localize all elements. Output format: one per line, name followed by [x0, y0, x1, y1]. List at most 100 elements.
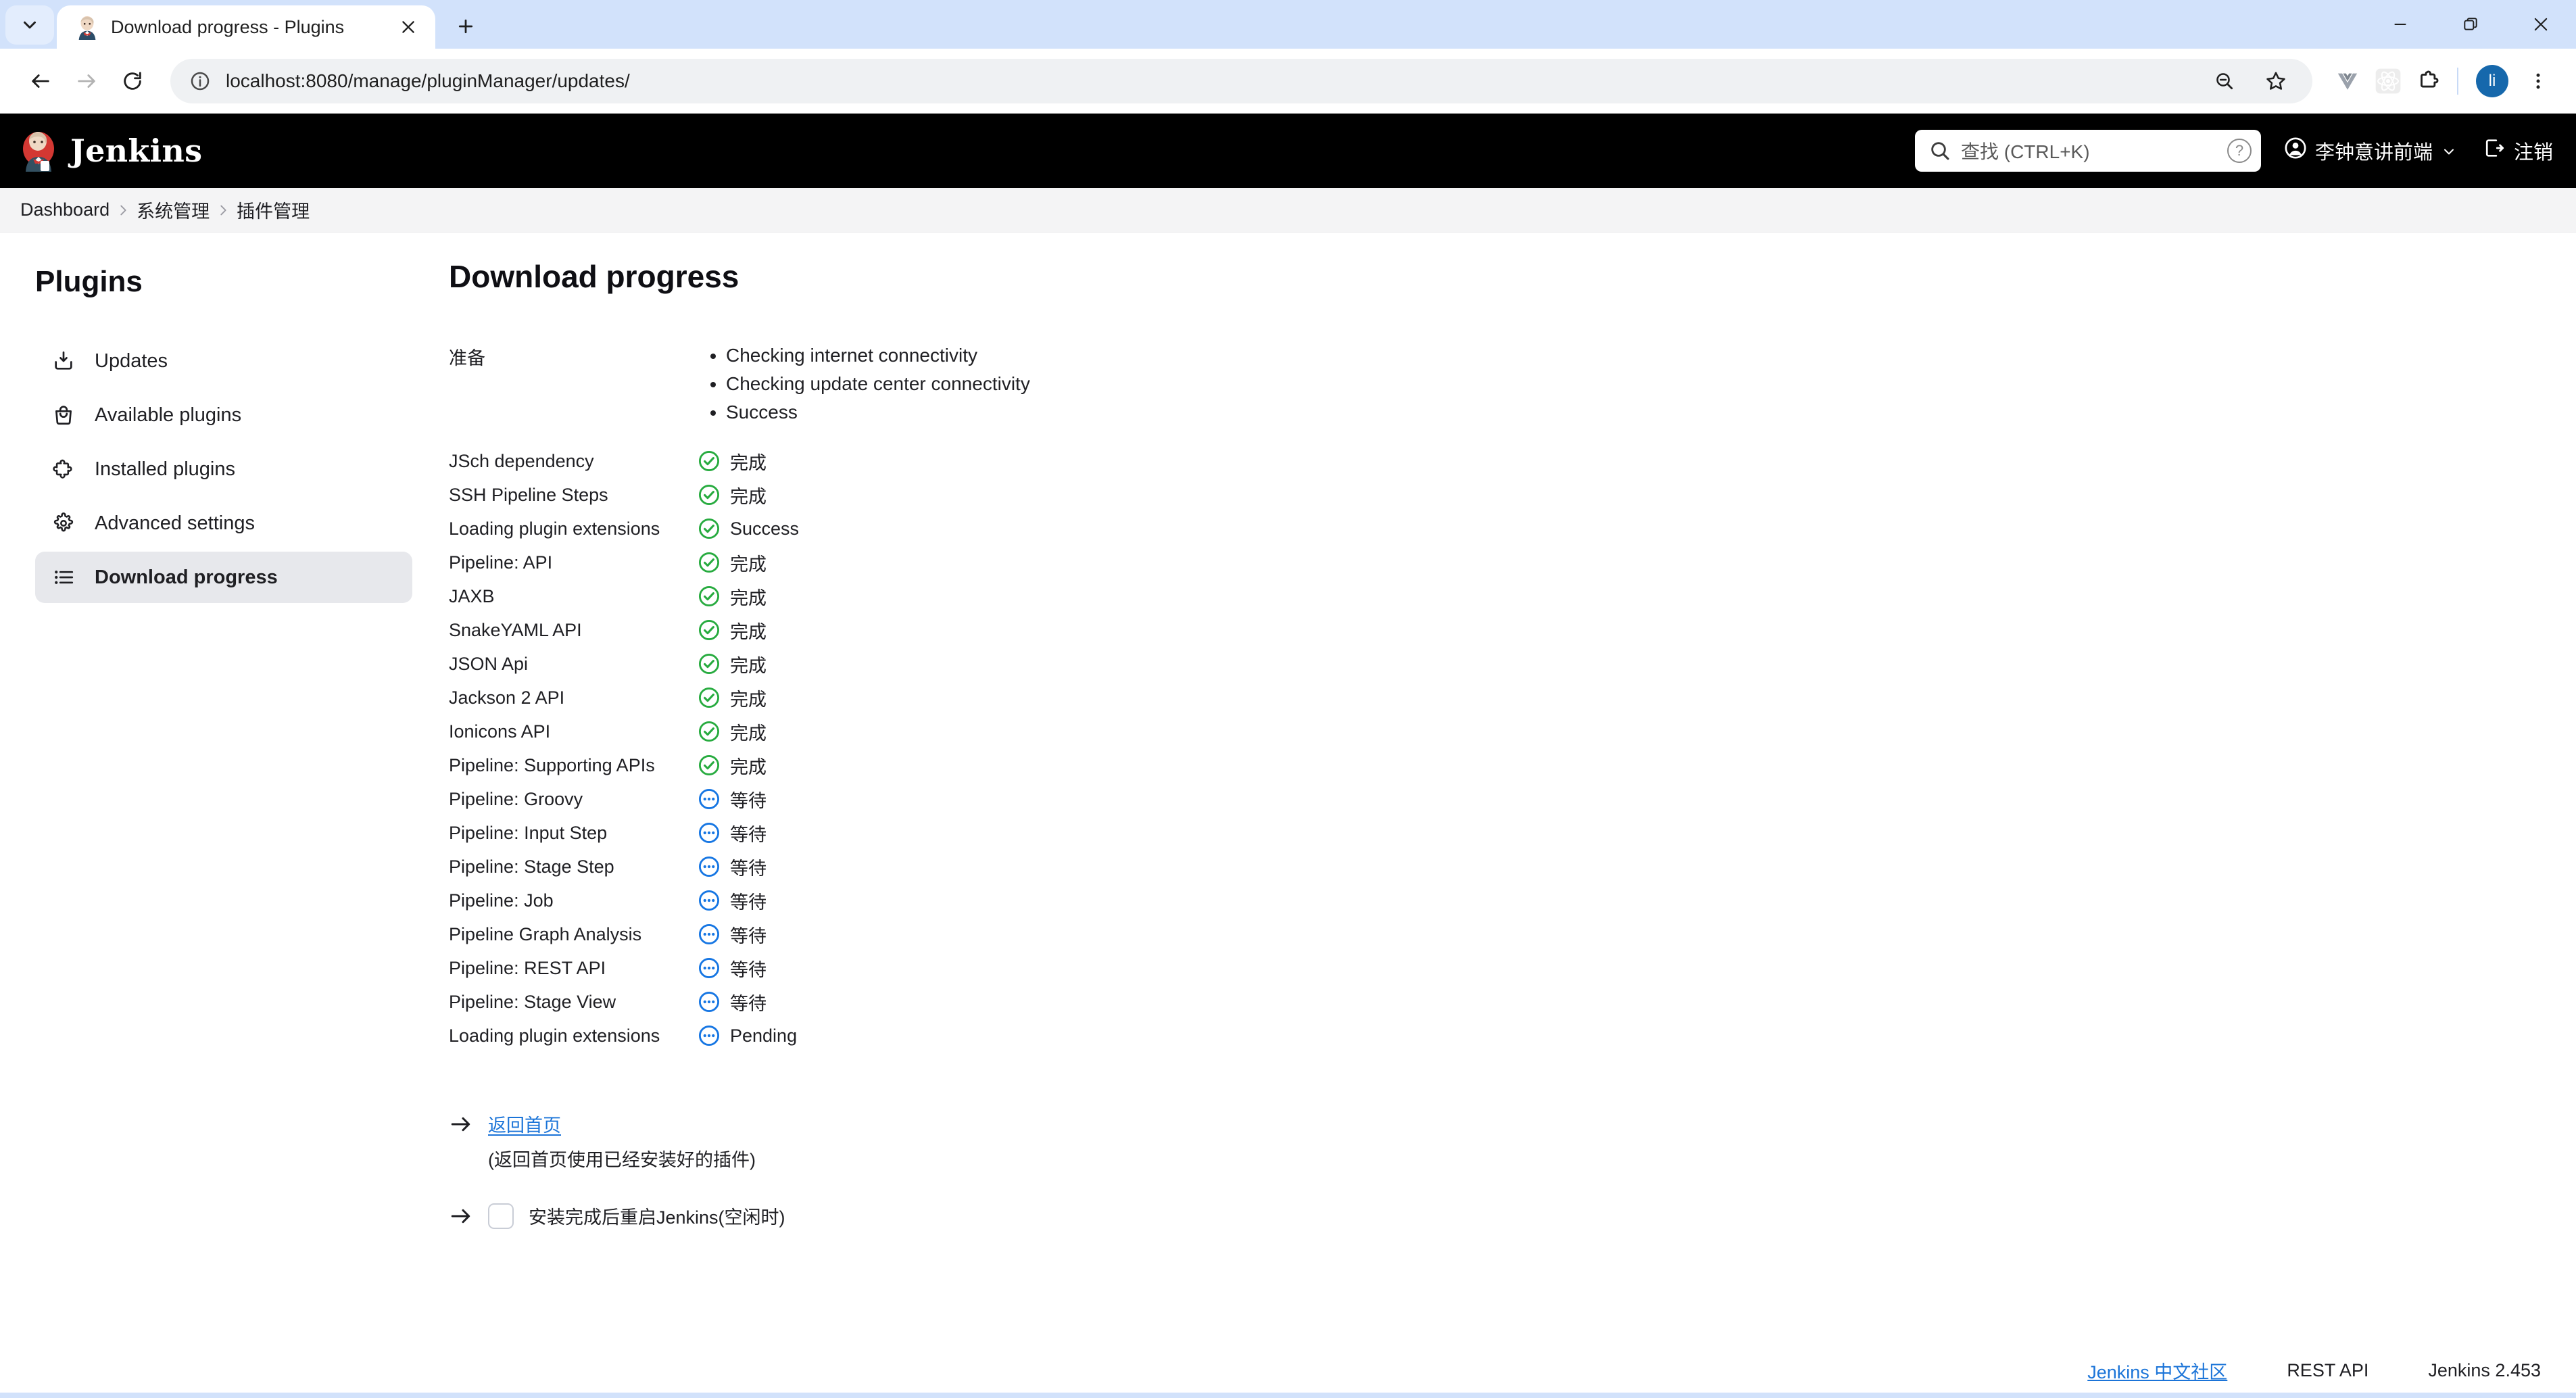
list-item: Success	[726, 399, 1030, 426]
breadcrumb-item-dashboard[interactable]: Dashboard	[20, 199, 110, 220]
forward-button[interactable]	[64, 58, 110, 104]
plugin-progress-row: Pipeline: Groovy 等待	[449, 782, 2576, 816]
action-block: 返回首页 (返回首页使用已经安装好的插件) 安装完成后重启Jenkins(空闲时…	[449, 1111, 2576, 1229]
plugin-status-cell: 完成	[698, 752, 767, 779]
restart-after-install-checkbox[interactable]	[488, 1203, 514, 1229]
logout-button[interactable]: 注销	[2483, 137, 2553, 165]
check-circle-icon	[698, 483, 721, 506]
sidebar-item-label: Download progress	[95, 566, 278, 588]
plugin-status-cell: 完成	[698, 550, 767, 576]
plugin-status-cell: 等待	[698, 786, 767, 813]
address-bar-url: localhost:8080/manage/pluginManager/upda…	[226, 70, 630, 91]
sidebar-item-download-progress[interactable]: Download progress	[35, 552, 412, 603]
plugin-status-label: 等待	[730, 892, 767, 913]
rest-api-link[interactable]: REST API	[2287, 1360, 2368, 1381]
window-close-button[interactable]	[2506, 0, 2576, 49]
plugin-progress-row: Pipeline: Stage View 等待	[449, 985, 2576, 1019]
help-icon[interactable]: ?	[2227, 139, 2252, 163]
plugin-status-label: 完成	[730, 486, 767, 507]
go-home-link[interactable]: 返回首页	[488, 1111, 561, 1137]
plugin-name-label: JSch dependency	[449, 450, 594, 471]
plugin-status-cell: 完成	[698, 583, 767, 610]
sidebar-item-updates[interactable]: Updates	[35, 335, 412, 387]
plugin-progress-row: JAXB 完成	[449, 579, 2576, 613]
tab-close-icon[interactable]	[393, 12, 423, 42]
check-circle-icon	[698, 720, 721, 743]
plugin-status-cell: 等待	[698, 921, 767, 948]
plugin-name-label: Pipeline: Stage Step	[449, 856, 614, 877]
plugin-status-cell: 完成	[698, 617, 767, 644]
window-minimize-button[interactable]	[2365, 0, 2435, 49]
reload-button[interactable]	[110, 58, 155, 104]
community-link[interactable]: Jenkins 中文社区	[2087, 1357, 2227, 1384]
page-info-icon[interactable]	[185, 66, 215, 96]
sidebar-item-available-plugins[interactable]: Available plugins	[35, 389, 412, 441]
plugin-status-label: Success	[730, 518, 800, 539]
window-bottom-strip	[0, 1393, 2576, 1398]
plugin-status-cell: 完成	[698, 685, 767, 711]
zoom-out-icon[interactable]	[2204, 61, 2245, 101]
sidebar-item-advanced-settings[interactable]: Advanced settings	[35, 498, 412, 549]
user-menu[interactable]: 李钟意讲前端	[2284, 137, 2457, 165]
tab-search-button[interactable]	[5, 5, 54, 45]
pending-dots-circle-icon	[698, 957, 721, 980]
plugin-progress-row: Pipeline: Input Step 等待	[449, 816, 2576, 850]
jenkins-logo-link[interactable]: Jenkins	[20, 130, 202, 172]
sidebar-item-label: Available plugins	[95, 404, 242, 426]
address-bar[interactable]: localhost:8080/manage/pluginManager/upda…	[170, 58, 2312, 103]
plugin-name-label: Ionicons API	[449, 721, 551, 742]
plugin-progress-row: Loading plugin extensions Pending	[449, 1019, 2576, 1053]
browser-profile-avatar[interactable]: li	[2476, 64, 2508, 97]
list-icon	[50, 564, 77, 591]
pending-dots-circle-icon	[698, 889, 721, 912]
breadcrumb: Dashboard 系统管理 插件管理	[0, 188, 2576, 233]
react-devtools-icon[interactable]	[2368, 61, 2408, 101]
plugin-progress-row: Pipeline Graph Analysis 等待	[449, 917, 2576, 951]
plugin-status-label: 等待	[730, 858, 767, 879]
puzzle-piece-icon	[50, 456, 77, 483]
window-maximize-button[interactable]	[2435, 0, 2506, 49]
extensions-puzzle-icon[interactable]	[2408, 61, 2449, 101]
arrow-right-icon	[449, 1204, 473, 1228]
sidebar-item-installed-plugins[interactable]: Installed plugins	[35, 443, 412, 495]
plugin-progress-row: Ionicons API 完成	[449, 715, 2576, 748]
breadcrumb-item-plugins[interactable]: 插件管理	[237, 197, 310, 223]
plugin-progress-row: Loading plugin extensions Success	[449, 512, 2576, 546]
shopping-bag-icon	[50, 402, 77, 429]
back-button[interactable]	[18, 58, 64, 104]
star-icon[interactable]	[2256, 61, 2296, 101]
vue-devtools-icon[interactable]	[2327, 61, 2368, 101]
three-dot-menu-icon[interactable]	[2518, 61, 2558, 101]
list-item: Checking internet connectivity	[726, 342, 1030, 369]
search-input[interactable]: 查找 (CTRL+K) ?	[1914, 130, 2261, 172]
window-close-icon	[2534, 18, 2548, 31]
plugin-name-label: Pipeline: REST API	[449, 957, 606, 978]
plugin-status-label: 完成	[730, 756, 767, 777]
arrow-right-icon	[449, 1112, 473, 1136]
gear-icon	[50, 510, 77, 537]
jenkins-brand-label: Jenkins	[70, 132, 203, 169]
plugin-status-cell: 完成	[698, 482, 767, 508]
download-box-icon	[50, 347, 77, 375]
logout-icon	[2483, 137, 2506, 165]
plugin-name-label: Jackson 2 API	[449, 687, 565, 708]
page-footer: Jenkins 中文社区 REST API Jenkins 2.453	[0, 1341, 2576, 1398]
plugin-status-label: 等待	[730, 824, 767, 845]
browser-tab[interactable]: Download progress - Plugins	[57, 5, 435, 49]
jenkins-favicon-icon	[74, 14, 100, 40]
plugin-name-label: JAXB	[449, 585, 495, 606]
browser-tab-strip: Download progress - Plugins	[0, 0, 2576, 49]
plugin-status-label: 等待	[730, 959, 767, 980]
search-placeholder: 查找 (CTRL+K)	[1960, 141, 2090, 162]
plugin-status-cell: 完成	[698, 719, 767, 745]
chevron-down-icon	[24, 21, 36, 29]
sidebar-item-label: Updates	[95, 350, 168, 372]
breadcrumb-item-system[interactable]: 系统管理	[137, 197, 210, 223]
plugin-name-label: Pipeline Graph Analysis	[449, 923, 642, 944]
plugin-name-label: Pipeline: Stage View	[449, 991, 616, 1012]
plugin-status-label: 完成	[730, 723, 767, 744]
new-tab-button[interactable]	[445, 5, 487, 47]
sidebar-item-label: Advanced settings	[95, 512, 255, 534]
restore-icon	[2464, 18, 2477, 30]
window-controls	[2365, 0, 2576, 49]
